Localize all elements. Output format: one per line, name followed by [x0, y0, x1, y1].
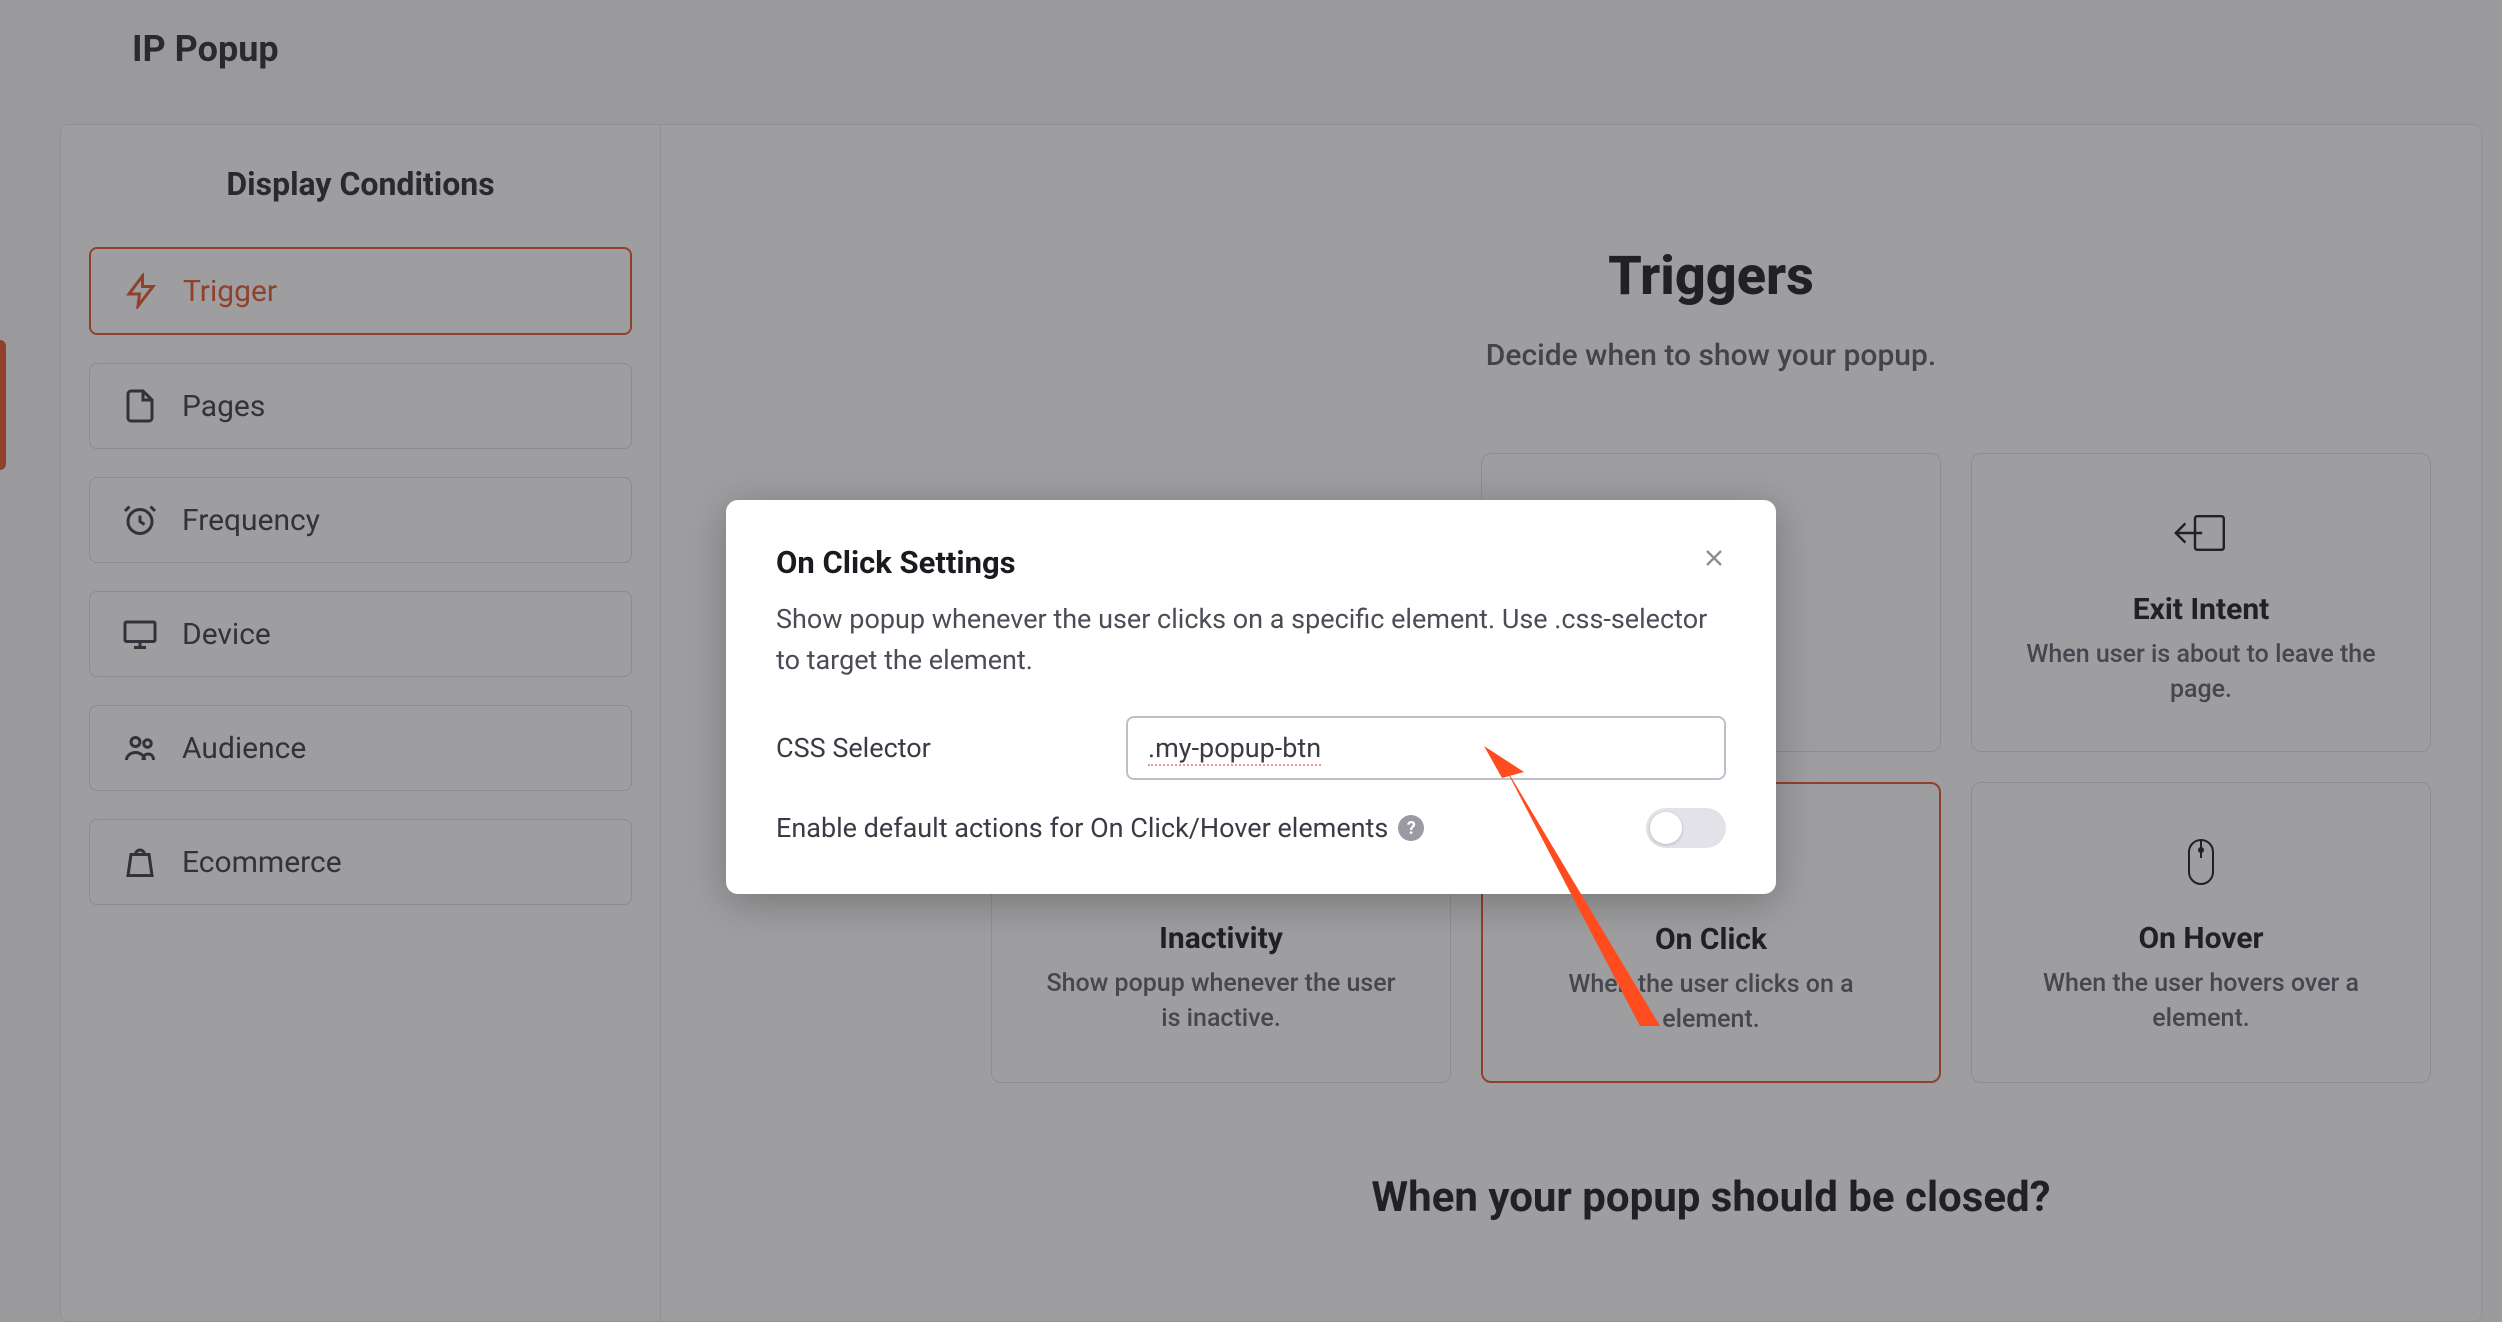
- default-actions-label: Enable default actions for On Click/Hove…: [776, 812, 1424, 844]
- modal-on-click-settings: On Click Settings Show popup whenever th…: [726, 500, 1776, 894]
- toggle-knob: [1650, 812, 1682, 844]
- close-icon[interactable]: [1700, 544, 1728, 572]
- modal-description: Show popup whenever the user clicks on a…: [776, 599, 1726, 680]
- default-actions-row: Enable default actions for On Click/Hove…: [776, 808, 1726, 848]
- css-selector-input[interactable]: .my-popup-btn: [1126, 716, 1726, 780]
- help-icon[interactable]: ?: [1398, 815, 1424, 841]
- default-actions-toggle[interactable]: [1646, 808, 1726, 848]
- modal-title: On Click Settings: [776, 544, 1726, 581]
- modal-overlay[interactable]: On Click Settings Show popup whenever th…: [0, 0, 2502, 1322]
- css-selector-row: CSS Selector .my-popup-btn: [776, 716, 1726, 780]
- css-selector-label: CSS Selector: [776, 732, 1126, 764]
